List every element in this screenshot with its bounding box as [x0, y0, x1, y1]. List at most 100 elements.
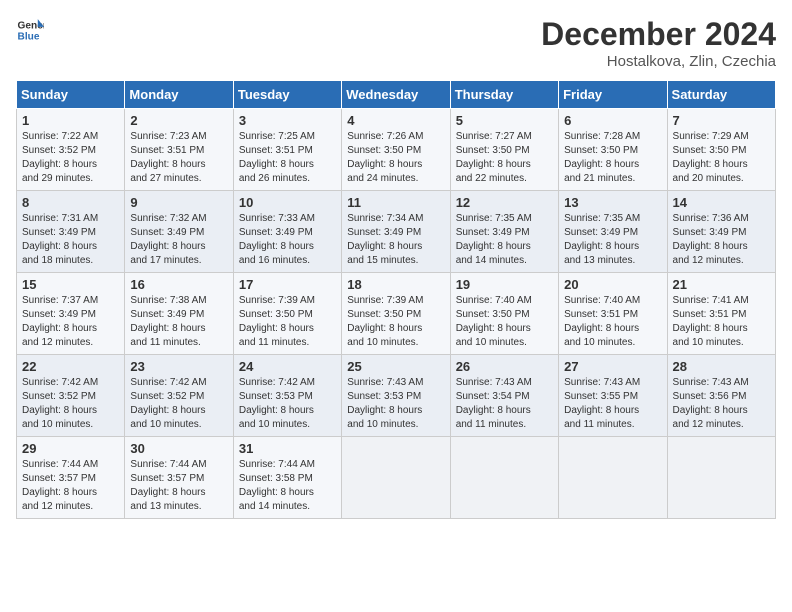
daylight-minutes: and 13 minutes.	[564, 255, 635, 266]
cell-info: Sunrise: 7:44 AMSunset: 3:58 PMDaylight:…	[239, 458, 336, 514]
calendar-table: SundayMondayTuesdayWednesdayThursdayFrid…	[16, 80, 776, 519]
sunrise-text: Sunrise: 7:29 AM	[673, 131, 749, 142]
day-number: 20	[564, 277, 661, 292]
cell-info: Sunrise: 7:43 AMSunset: 3:56 PMDaylight:…	[673, 376, 770, 432]
daylight-minutes: and 12 minutes.	[22, 337, 93, 348]
daylight-label: Daylight: 8 hours	[239, 487, 314, 498]
daylight-minutes: and 10 minutes.	[347, 337, 418, 348]
sunrise-text: Sunrise: 7:35 AM	[456, 213, 532, 224]
calendar-cell: 27 Sunrise: 7:43 AMSunset: 3:55 PMDayligh…	[559, 355, 667, 437]
cell-info: Sunrise: 7:41 AMSunset: 3:51 PMDaylight:…	[673, 294, 770, 350]
calendar-cell: 11Sunrise: 7:34 AMSunset: 3:49 PMDayligh…	[342, 191, 450, 273]
day-number: 19	[456, 277, 553, 292]
calendar-cell: 4Sunrise: 7:26 AMSunset: 3:50 PMDaylight…	[342, 109, 450, 191]
daylight-label: Daylight: 8 hours	[673, 241, 748, 252]
sunset-text: Sunset: 3:57 PM	[22, 473, 96, 484]
cell-info: Sunrise: 7:29 AMSunset: 3:50 PMDaylight:…	[673, 130, 770, 186]
sunset-text: Sunset: 3:49 PM	[22, 227, 96, 238]
daylight-minutes: and 27 minutes.	[130, 173, 201, 184]
sunrise-text: Sunrise: 7:27 AM	[456, 131, 532, 142]
day-number: 4	[347, 113, 444, 128]
calendar-cell: 30Sunrise: 7:44 AMSunset: 3:57 PMDayligh…	[125, 437, 233, 519]
calendar-cell: 24Sunrise: 7:42 AMSunset: 3:53 PMDayligh…	[233, 355, 341, 437]
cell-info: Sunrise: 7:42 AMSunset: 3:52 PMDaylight:…	[130, 376, 227, 432]
sunrise-text: Sunrise: 7:41 AM	[673, 295, 749, 306]
sunset-text: Sunset: 3:51 PM	[673, 309, 747, 320]
calendar-cell	[342, 437, 450, 519]
sunrise-text: Sunrise: 7:39 AM	[347, 295, 423, 306]
calendar-cell	[559, 437, 667, 519]
day-number: 30	[130, 441, 227, 456]
cell-info: Sunrise: 7:23 AMSunset: 3:51 PMDaylight:…	[130, 130, 227, 186]
sunrise-text: Sunrise: 7:33 AM	[239, 213, 315, 224]
daylight-label: Daylight: 8 hours	[347, 323, 422, 334]
weekday-header-thursday: Thursday	[450, 81, 558, 109]
daylight-minutes: and 11 minutes.	[456, 419, 526, 430]
cell-info: Sunrise: 7:34 AMSunset: 3:49 PMDaylight:…	[347, 212, 444, 268]
daylight-minutes: and 16 minutes.	[239, 255, 310, 266]
daylight-label: Daylight: 8 hours	[456, 405, 531, 416]
title-block: December 2024 Hostalkova, Zlin, Czechia	[541, 16, 776, 70]
day-number: 16	[130, 277, 227, 292]
daylight-minutes: and 14 minutes.	[239, 501, 310, 512]
cell-info: Sunrise: 7:43 AMSunset: 3:55 PMDaylight:…	[564, 376, 661, 432]
calendar-cell: 2 Sunrise: 7:23 AMSunset: 3:51 PMDaylight…	[125, 109, 233, 191]
day-number: 3	[239, 113, 336, 128]
page-header: General Blue December 2024 Hostalkova, Z…	[16, 16, 776, 70]
daylight-minutes: and 11 minutes.	[564, 419, 634, 430]
calendar-subtitle: Hostalkova, Zlin, Czechia	[541, 53, 776, 70]
sunset-text: Sunset: 3:49 PM	[673, 227, 747, 238]
cell-info: Sunrise: 7:39 AMSunset: 3:50 PMDaylight:…	[239, 294, 336, 350]
day-number: 8	[22, 195, 119, 210]
cell-info: Sunrise: 7:28 AMSunset: 3:50 PMDaylight:…	[564, 130, 661, 186]
daylight-label: Daylight: 8 hours	[347, 405, 422, 416]
daylight-minutes: and 10 minutes.	[239, 419, 310, 430]
sunrise-text: Sunrise: 7:34 AM	[347, 213, 423, 224]
calendar-cell: 16Sunrise: 7:38 AMSunset: 3:49 PMDayligh…	[125, 273, 233, 355]
calendar-cell: 7Sunrise: 7:29 AMSunset: 3:50 PMDaylight…	[667, 109, 775, 191]
daylight-minutes: and 10 minutes.	[673, 337, 744, 348]
daylight-minutes: and 11 minutes.	[239, 337, 309, 348]
sunrise-text: Sunrise: 7:36 AM	[673, 213, 749, 224]
cell-info: Sunrise: 7:42 AMSunset: 3:53 PMDaylight:…	[239, 376, 336, 432]
sunrise-text: Sunrise: 7:25 AM	[239, 131, 315, 142]
daylight-label: Daylight: 8 hours	[564, 241, 639, 252]
day-number: 13	[564, 195, 661, 210]
daylight-label: Daylight: 8 hours	[22, 241, 97, 252]
calendar-cell: 20Sunrise: 7:40 AMSunset: 3:51 PMDayligh…	[559, 273, 667, 355]
sunrise-text: Sunrise: 7:43 AM	[456, 377, 532, 388]
day-number: 25	[347, 359, 444, 374]
daylight-label: Daylight: 8 hours	[347, 159, 422, 170]
sunrise-text: Sunrise: 7:26 AM	[347, 131, 423, 142]
sunset-text: Sunset: 3:49 PM	[347, 227, 421, 238]
sunset-text: Sunset: 3:57 PM	[130, 473, 204, 484]
daylight-minutes: and 10 minutes.	[456, 337, 527, 348]
calendar-cell: 17Sunrise: 7:39 AMSunset: 3:50 PMDayligh…	[233, 273, 341, 355]
calendar-cell: 19Sunrise: 7:40 AMSunset: 3:50 PMDayligh…	[450, 273, 558, 355]
day-number: 2	[130, 113, 227, 128]
daylight-label: Daylight: 8 hours	[22, 487, 97, 498]
calendar-week-row: 8Sunrise: 7:31 AMSunset: 3:49 PMDaylight…	[17, 191, 776, 273]
day-number: 12	[456, 195, 553, 210]
cell-info: Sunrise: 7:33 AMSunset: 3:49 PMDaylight:…	[239, 212, 336, 268]
day-number: 10	[239, 195, 336, 210]
sunrise-text: Sunrise: 7:23 AM	[130, 131, 206, 142]
sunrise-text: Sunrise: 7:28 AM	[564, 131, 640, 142]
daylight-label: Daylight: 8 hours	[22, 405, 97, 416]
sunrise-text: Sunrise: 7:42 AM	[130, 377, 206, 388]
daylight-minutes: and 10 minutes.	[347, 419, 418, 430]
day-number: 27	[564, 359, 661, 374]
sunset-text: Sunset: 3:49 PM	[239, 227, 313, 238]
daylight-minutes: and 24 minutes.	[347, 173, 418, 184]
weekday-header-friday: Friday	[559, 81, 667, 109]
cell-info: Sunrise: 7:43 AMSunset: 3:53 PMDaylight:…	[347, 376, 444, 432]
sunset-text: Sunset: 3:49 PM	[22, 309, 96, 320]
calendar-cell: 14Sunrise: 7:36 AMSunset: 3:49 PMDayligh…	[667, 191, 775, 273]
day-number: 18	[347, 277, 444, 292]
daylight-minutes: and 10 minutes.	[22, 419, 93, 430]
calendar-cell: 29Sunrise: 7:44 AMSunset: 3:57 PMDayligh…	[17, 437, 125, 519]
sunset-text: Sunset: 3:56 PM	[673, 391, 747, 402]
daylight-label: Daylight: 8 hours	[673, 159, 748, 170]
weekday-header-monday: Monday	[125, 81, 233, 109]
sunrise-text: Sunrise: 7:35 AM	[564, 213, 640, 224]
